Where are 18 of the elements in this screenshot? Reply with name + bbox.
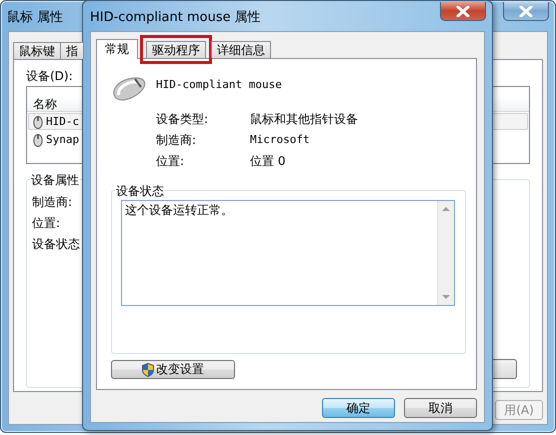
property-value: 位置 0 [250,153,286,169]
field-label: 位置: [32,215,60,232]
property-label: 位置: [156,153,186,169]
group-title: 设备属性 [30,172,80,189]
property-label: 设备类型: [156,111,210,127]
property-label: 制造商: [156,132,198,148]
window-title: 鼠标 属性 [7,9,64,26]
group-title: 设备状态 [115,183,165,200]
device-name: HID-compliant mouse [156,78,282,91]
list-label: 设备(D): [26,68,73,85]
window-title: HID-compliant mouse 属性 [90,9,261,26]
property-value: Microsoft [250,132,311,148]
property-value: 鼠标和其他指针设备 [250,111,359,127]
status-text: 这个设备运转正常。 [124,202,234,219]
field-label: 制造商: [32,194,72,211]
field-label: 设备状态 [32,236,80,253]
item-name: HID-c [46,115,80,128]
item-name: Synap [46,133,80,146]
